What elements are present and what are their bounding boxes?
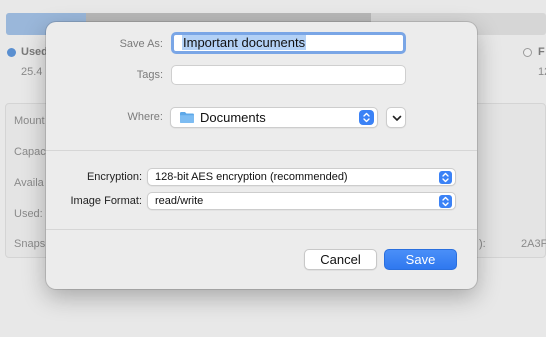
info-row-label: Capac xyxy=(14,146,46,158)
tags-label: Tags: xyxy=(136,69,163,81)
save-as-field[interactable]: Important documents xyxy=(171,32,406,54)
cancel-button[interactable]: Cancel xyxy=(304,249,377,270)
encryption-value: 128-bit AES encryption (recommended) xyxy=(155,171,348,183)
save-as-label: Save As: xyxy=(119,38,163,50)
encryption-popup[interactable]: 128-bit AES encryption (recommended) xyxy=(147,168,456,186)
used-legend-value: 25.4 xyxy=(21,66,43,78)
image-format-value: read/write xyxy=(155,195,204,207)
save-button[interactable]: Save xyxy=(384,249,457,270)
info-row-value: 2A3F xyxy=(521,238,546,250)
info-row-fragment: ): xyxy=(479,238,486,250)
free-legend-label: F xyxy=(538,46,545,58)
used-legend-label: Used xyxy=(21,46,48,58)
where-value: Documents xyxy=(200,110,266,125)
used-legend-dot xyxy=(7,48,16,57)
save-sheet: Save As: Important documents Tags: Where… xyxy=(46,22,477,289)
image-format-popup[interactable]: read/write xyxy=(147,192,456,210)
updown-chevron-icon xyxy=(439,195,452,208)
free-legend-dot xyxy=(523,48,532,57)
folder-icon xyxy=(180,112,194,123)
save-as-value: Important documents xyxy=(182,35,307,50)
tags-field[interactable] xyxy=(171,65,406,85)
divider xyxy=(46,150,477,151)
chevron-down-icon xyxy=(392,115,402,121)
where-popup[interactable]: Documents xyxy=(170,107,378,128)
image-format-label: Image Format: xyxy=(70,195,142,207)
encryption-label: Encryption: xyxy=(86,171,142,183)
info-row-label: Used: xyxy=(14,208,43,220)
where-label: Where: xyxy=(127,111,163,123)
divider xyxy=(46,229,477,230)
info-row-label: Mount xyxy=(14,115,45,127)
free-legend-value: 12 xyxy=(538,66,546,78)
info-row-label: Availa xyxy=(14,177,44,189)
updown-chevron-icon xyxy=(439,171,452,184)
updown-chevron-icon xyxy=(359,110,374,125)
info-row-label: Snaps xyxy=(14,238,46,250)
expand-button[interactable] xyxy=(386,107,406,128)
